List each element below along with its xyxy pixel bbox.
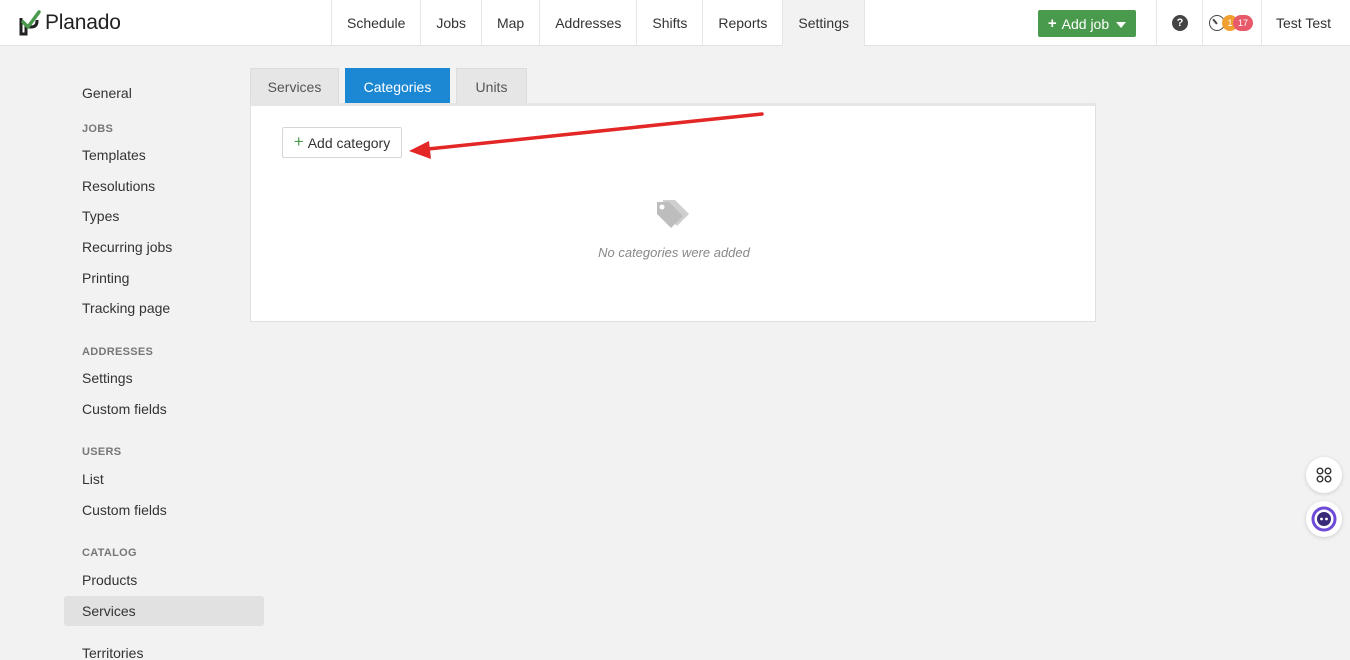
tab-units[interactable]: Units [456,68,527,104]
sidebar-item-types[interactable]: Types [64,201,264,231]
nav-map[interactable]: Map [482,0,541,46]
empty-state-message: No categories were added [598,245,750,260]
add-job-button[interactable]: + Add job [1038,10,1136,37]
nav-reports[interactable]: Reports [703,0,784,46]
sidebar-item-resolutions[interactable]: Resolutions [64,171,264,201]
plus-icon: + [1047,14,1057,32]
add-category-label: Add category [307,134,391,151]
sidebar-item-general[interactable]: General [64,78,264,108]
sidebar-item-address-settings[interactable]: Settings [64,363,264,393]
sidebar-heading-users: USERS [82,446,122,458]
tab-services[interactable]: Services [250,68,339,104]
sidebar-item-recurring-jobs[interactable]: Recurring jobs [64,232,264,262]
sidebar-item-products[interactable]: Products [64,565,264,595]
grid-icon [1316,467,1332,483]
sidebar-item-address-custom-fields[interactable]: Custom fields [64,394,264,424]
nav-jobs[interactable]: Jobs [421,0,482,46]
notifications-button[interactable]: 1 17 [1209,13,1255,33]
notification-badge-alert: 17 [1233,15,1253,31]
chat-widget-button[interactable] [1306,501,1342,537]
nav-shifts[interactable]: Shifts [637,0,704,46]
help-circle-icon[interactable]: ? [1172,15,1188,31]
add-job-label: Add job [1061,15,1110,32]
logo-text: Planado [45,11,121,34]
sidebar-heading-catalog: CATALOG [82,547,137,559]
categories-panel: + Add category No categories were added [250,103,1096,322]
add-category-button[interactable]: + Add category [282,127,402,158]
sidebar-item-territories[interactable]: Territories [64,638,264,660]
sidebar-item-tracking-page[interactable]: Tracking page [64,293,264,323]
divider [1261,0,1262,46]
nav-addresses[interactable]: Addresses [540,0,638,46]
tab-categories[interactable]: Categories [345,68,450,104]
divider [1202,0,1203,46]
plus-icon: + [293,131,304,151]
apps-widget-button[interactable] [1306,457,1342,493]
logo[interactable]: Planado [18,9,121,37]
sidebar-item-services[interactable]: Services [64,596,264,626]
sidebar-item-user-custom-fields[interactable]: Custom fields [64,495,264,525]
sidebar-item-users-list[interactable]: List [64,464,264,494]
sidebar-heading-jobs: JOBS [82,123,114,135]
user-menu[interactable]: Test Test [1276,15,1331,31]
caret-down-icon [1116,21,1127,28]
planado-check-icon [19,10,41,36]
sidebar-item-printing[interactable]: Printing [64,263,264,293]
chat-bot-icon [1311,506,1337,532]
tags-icon [657,200,689,228]
sidebar-heading-addresses: ADDRESSES [82,346,154,358]
top-navbar: Planado Schedule Jobs Map Addresses Shif… [0,0,1350,46]
main-nav: Schedule Jobs Map Addresses Shifts Repor… [331,0,865,46]
nav-schedule[interactable]: Schedule [332,0,422,46]
divider [1156,0,1157,46]
sidebar-item-templates[interactable]: Templates [64,140,264,170]
nav-settings[interactable]: Settings [783,0,865,46]
